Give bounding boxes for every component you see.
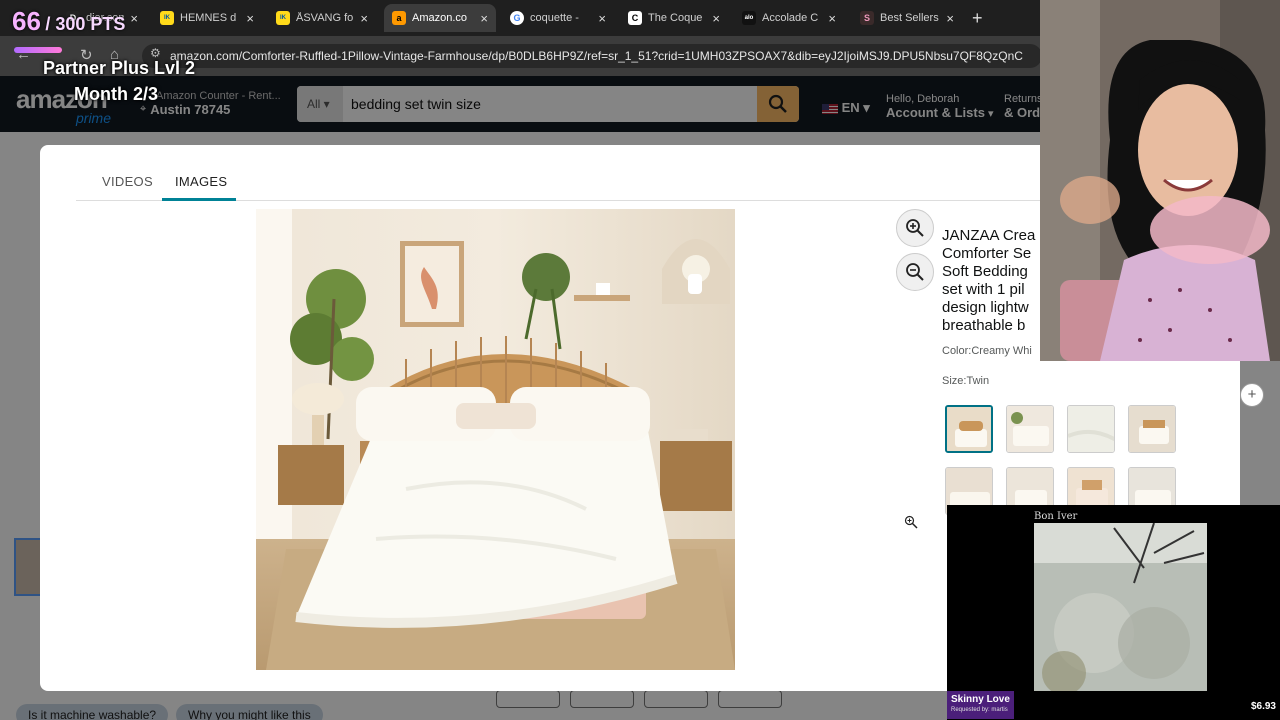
thumbnail-image	[1068, 406, 1114, 452]
close-tab-icon[interactable]: ×	[130, 11, 138, 26]
thumbnail[interactable]	[1128, 405, 1176, 453]
bedroom-photo	[256, 209, 735, 670]
close-tab-icon[interactable]: ×	[360, 11, 368, 26]
amazon-favicon-icon: a	[392, 11, 406, 25]
requested-by: Requested by: martis	[951, 707, 1008, 713]
close-tab-icon[interactable]: ×	[480, 11, 488, 26]
tab-title: Amazon.co	[412, 12, 468, 24]
webcam-image	[1040, 0, 1280, 361]
site-favicon-icon: C	[628, 11, 642, 25]
zoom-out-icon	[906, 263, 924, 281]
song-info: Skinny Love Requested by: martis	[947, 691, 1014, 719]
zoom-in-icon	[906, 219, 924, 237]
close-tab-icon[interactable]: ×	[828, 11, 836, 26]
active-tab-indicator	[162, 198, 236, 201]
thumbnail-image	[1129, 406, 1175, 452]
album-artist: Bon Iver	[1034, 511, 1078, 522]
tab-images[interactable]: IMAGES	[175, 174, 227, 189]
close-tab-icon[interactable]: ×	[712, 11, 720, 26]
now-playing-widget: Bon Iver Skinny Love Requested by: marti…	[947, 505, 1280, 720]
product-title: JANZAA Crea Comforter Se Soft Bedding se…	[942, 227, 1036, 334]
song-title: Skinny Love	[951, 694, 1010, 705]
modal-tabs: VIDEOS IMAGES	[76, 145, 1076, 201]
google-favicon-icon: G	[510, 11, 524, 25]
album-art-image	[1034, 523, 1207, 691]
thumbnail-image	[947, 407, 991, 451]
webcam-feed	[1040, 0, 1280, 361]
zoom-in-button[interactable]	[896, 209, 934, 247]
tab-title: coquette -	[530, 12, 579, 24]
thumbnail[interactable]	[945, 405, 993, 453]
tab-title: ÅSVANG fo	[296, 12, 354, 24]
tab-asvang[interactable]: IK ÅSVANG fo ×	[268, 4, 376, 32]
screen: D dior.com/e × IK HEMNES d × IK ÅSVANG f…	[0, 0, 1280, 720]
thumbnail[interactable]	[1006, 405, 1054, 453]
add-button[interactable]: +	[1240, 383, 1264, 407]
tab-accolade[interactable]: alo Accolade C ×	[734, 4, 844, 32]
close-tab-icon[interactable]: ×	[598, 11, 606, 26]
url-field[interactable]: amazon.com/Comforter-Ruffled-1Pillow-Vin…	[142, 44, 1042, 68]
tab-title: Accolade C	[762, 12, 819, 24]
points-progress-bar	[14, 47, 62, 53]
channel-points-widget: 66 / 300 PTS	[12, 6, 125, 37]
zoom-out-button[interactable]	[896, 253, 934, 291]
close-tab-icon[interactable]: ×	[246, 11, 254, 26]
song-price: $6.93	[1250, 701, 1276, 712]
partner-level: Partner Plus Lvl 2	[43, 58, 196, 78]
points-value: 66	[12, 6, 41, 36]
tab-amazon[interactable]: a Amazon.co ×	[384, 4, 496, 32]
zoom-cursor-icon	[904, 515, 918, 529]
product-color: Color:Creamy Whi	[942, 345, 1032, 357]
tab-title: Best Sellers	[880, 12, 939, 24]
tab-title: The Coque	[648, 12, 703, 24]
tab-best-sellers[interactable]: S Best Sellers ×	[852, 4, 962, 32]
alo-favicon-icon: alo	[742, 11, 756, 25]
ikea-favicon-icon: IK	[276, 11, 290, 25]
main-product-image[interactable]	[256, 209, 735, 670]
site-favicon-icon: S	[860, 11, 874, 25]
tab-the-coquette[interactable]: C The Coque ×	[620, 4, 728, 32]
ikea-favicon-icon: IK	[160, 11, 174, 25]
close-tab-icon[interactable]: ×	[946, 11, 954, 26]
thumbnail-image	[1007, 406, 1053, 452]
tab-hemnes[interactable]: IK HEMNES d ×	[152, 4, 262, 32]
thumbnail[interactable]	[1067, 405, 1115, 453]
tab-title: HEMNES d	[180, 12, 237, 24]
tab-coquette[interactable]: G coquette - ×	[502, 4, 614, 32]
new-tab-icon[interactable]: +	[972, 8, 983, 29]
points-total: / 300 PTS	[45, 14, 126, 34]
partner-status: Partner Plus Lvl 2 Month 2/3	[43, 55, 195, 107]
partner-month: Month 2/3	[74, 84, 158, 104]
tab-videos[interactable]: VIDEOS	[102, 174, 153, 189]
product-size: Size:Twin	[942, 375, 990, 387]
album-art	[1034, 523, 1207, 691]
